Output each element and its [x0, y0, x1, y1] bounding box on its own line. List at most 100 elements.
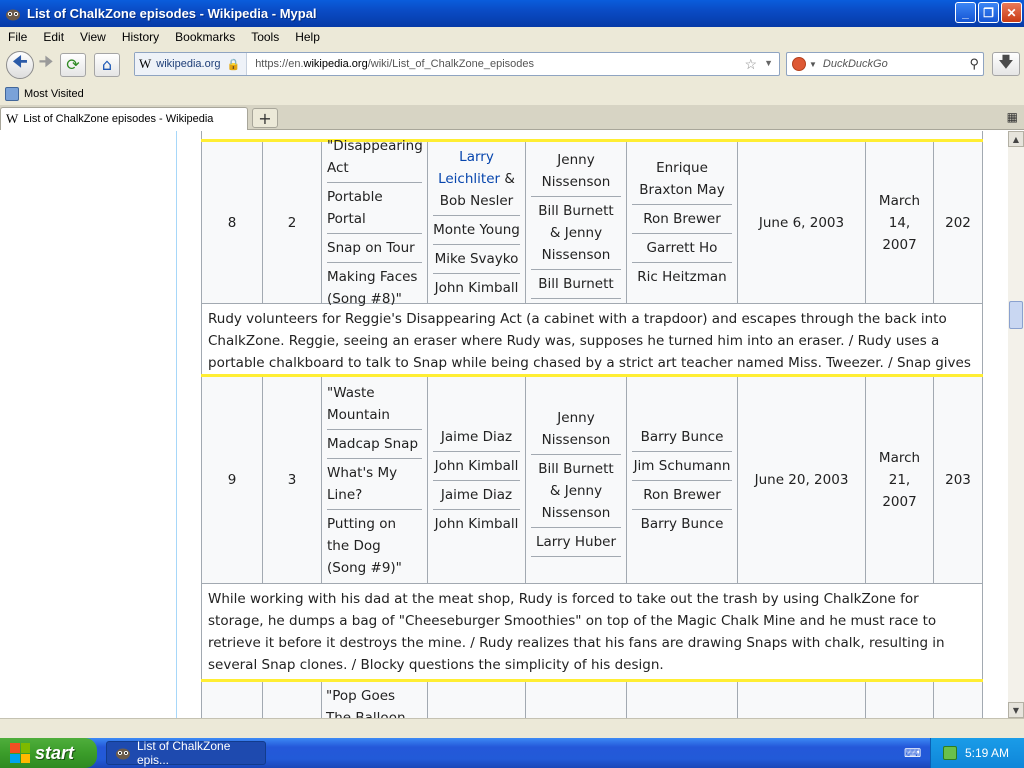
- tab-list-icon[interactable]: ▦: [1007, 110, 1018, 124]
- storyboard-entry: Ric Heitzman: [637, 269, 727, 285]
- vertical-scrollbar[interactable]: ▲ ▼: [1008, 131, 1024, 718]
- director-name: Mike Svayko: [434, 251, 519, 267]
- director-entry: Larry Leichliter & Bob Nesler: [433, 143, 520, 216]
- director-entry: John Kimball: [433, 274, 520, 302]
- empty-cell: [866, 682, 934, 718]
- empty-cell: [934, 682, 983, 718]
- system-tray: 5:19 AM: [930, 738, 1024, 768]
- episode-directors: Larry Leichliter & Bob Nesler Monte Youn…: [428, 142, 526, 303]
- empty-cell: [428, 682, 526, 718]
- clock: 5:19 AM: [965, 746, 1010, 760]
- reload-icon[interactable]: ⟳: [60, 52, 86, 77]
- search-input[interactable]: DuckDuckGo: [823, 58, 888, 70]
- url-bar[interactable]: W wikipedia.org 🔒 https://en.wikipedia.o…: [134, 52, 780, 76]
- menu-tools[interactable]: Tools: [243, 30, 287, 44]
- search-icon[interactable]: ⚲: [969, 56, 979, 72]
- back-arrow-icon[interactable]: 🠈: [6, 50, 34, 79]
- episode-block: 9 3 "Waste Mountain Madcap Snap What's M…: [201, 374, 983, 679]
- segment-title: "Waste Mountain: [327, 379, 422, 430]
- restore-button[interactable]: ❐: [978, 2, 999, 23]
- director-entry: John Kimball: [433, 452, 520, 481]
- uk-air-date: March 14, 2007: [866, 142, 934, 303]
- network-icon[interactable]: [943, 746, 957, 760]
- url-prefix: https://en.: [255, 58, 304, 70]
- storyboard-entry: Ron Brewer: [632, 481, 732, 510]
- episode-overall-number: 8: [202, 142, 263, 303]
- episode-writers: Jenny Nissenson Bill Burnett & Jenny Nis…: [526, 377, 627, 583]
- menu-bookmarks[interactable]: Bookmarks: [167, 30, 243, 44]
- status-bar: [0, 718, 1024, 738]
- minimize-button[interactable]: _: [955, 2, 976, 23]
- menu-edit[interactable]: Edit: [35, 30, 72, 44]
- duckduckgo-icon[interactable]: [792, 57, 806, 71]
- original-air-date: June 20, 2003: [738, 377, 866, 583]
- taskbar-item-mypal[interactable]: List of ChalkZone epis...: [106, 739, 266, 767]
- tab-bar: W List of ChalkZone episodes - Wikipedia…: [0, 105, 1024, 130]
- tab-chalkzone[interactable]: W List of ChalkZone episodes - Wikipedia: [0, 107, 248, 130]
- table-row: 9 3 "Waste Mountain Madcap Snap What's M…: [201, 377, 983, 583]
- tab-title: List of ChalkZone episodes - Wikipedia: [23, 113, 214, 125]
- director-entry: Jaime Diaz: [433, 423, 520, 452]
- url-text[interactable]: https://en.wikipedia.org/wiki/List_of_Ch…: [255, 58, 534, 70]
- director-link[interactable]: Larry Leichliter: [438, 149, 500, 187]
- site-identity-label: wikipedia.org: [156, 58, 221, 70]
- episode-writers: Jenny Nissenson Bill Burnett & Jenny Nis…: [526, 142, 627, 303]
- bookmarks-toolbar: Most Visited: [0, 83, 1024, 105]
- storyboard-entry: Barry Bunce: [632, 423, 732, 452]
- empty-cell: [627, 682, 738, 718]
- new-tab-button[interactable]: +: [252, 108, 278, 128]
- director-name: Jaime Diaz: [440, 486, 513, 503]
- site-identity-button[interactable]: W wikipedia.org 🔒: [135, 53, 248, 75]
- director-entry: Monte Young: [433, 216, 520, 245]
- writer-entry: Bill Burnett: [531, 270, 621, 299]
- director-name: John Kimball: [434, 457, 519, 474]
- page-content: 8 2 "Disappearing Act Portable Portal Sn…: [0, 131, 1008, 718]
- scroll-down-arrow-icon[interactable]: ▼: [1008, 702, 1024, 718]
- director-entry: Mike Svayko: [433, 245, 520, 274]
- menu-file[interactable]: File: [0, 30, 35, 44]
- wikipedia-favicon-icon: W: [139, 56, 152, 71]
- writer-entry: Jenny Nissenson: [531, 404, 621, 455]
- search-engine-dropdown-icon[interactable]: ▼: [809, 60, 817, 69]
- production-code: 203: [934, 377, 983, 583]
- bookmark-most-visited[interactable]: Most Visited: [24, 88, 84, 100]
- episode-block: "Pop Goes The Balloon: [201, 679, 983, 718]
- window-titlebar: List of ChalkZone episodes - Wikipedia -…: [0, 0, 1024, 27]
- url-dropdown-icon[interactable]: ▼: [764, 58, 773, 68]
- episode-overall-number: 9: [202, 377, 263, 583]
- previous-row-fragment: [201, 131, 983, 139]
- start-button[interactable]: start: [0, 738, 97, 768]
- storyboard-entry: Jim Schumann: [632, 452, 732, 481]
- bookmark-star-icon[interactable]: ☆: [744, 56, 757, 73]
- director-entry: John Kimball: [433, 510, 520, 538]
- wikipedia-favicon-icon: W: [6, 111, 19, 126]
- segment-title: What's My Line?: [327, 459, 422, 510]
- segment-title: Portable Portal: [327, 183, 422, 234]
- window-title: List of ChalkZone episodes - Wikipedia -…: [27, 6, 317, 21]
- close-button[interactable]: ✕: [1001, 2, 1022, 23]
- episode-table: 8 2 "Disappearing Act Portable Portal Sn…: [201, 131, 983, 718]
- scroll-up-arrow-icon[interactable]: ▲: [1008, 131, 1024, 147]
- most-visited-icon: [5, 87, 19, 101]
- production-code: 202: [934, 142, 983, 303]
- forward-arrow-icon[interactable]: 🠊: [36, 52, 56, 77]
- search-box[interactable]: ▼ DuckDuckGo ⚲: [786, 52, 984, 76]
- download-icon[interactable]: 🡇: [992, 52, 1020, 76]
- start-label: start: [35, 742, 75, 763]
- segment-title: Putting on the Dog (Song #9)": [327, 515, 402, 576]
- episode-block: 8 2 "Disappearing Act Portable Portal Sn…: [201, 138, 983, 393]
- keyboard-icon[interactable]: ⌨: [904, 746, 921, 760]
- scroll-thumb[interactable]: [1009, 301, 1023, 329]
- menu-bar: File Edit View History Bookmarks Tools H…: [0, 27, 1024, 46]
- empty-cell: [263, 682, 322, 718]
- original-air-date: June 6, 2003: [738, 142, 866, 303]
- menu-view[interactable]: View: [72, 30, 114, 44]
- menu-history[interactable]: History: [114, 30, 167, 44]
- writer-entry: Jenny Nissenson: [531, 146, 621, 197]
- home-icon[interactable]: ⌂: [94, 52, 120, 77]
- writer-entry: Bill Burnett & Jenny Nissenson: [531, 197, 621, 270]
- segment-title: "Disappearing Act: [327, 132, 423, 183]
- url-path: /wiki/List_of_ChalkZone_episodes: [367, 58, 535, 70]
- writer-entry: Bill Burnett & Jenny Nissenson: [531, 455, 621, 528]
- menu-help[interactable]: Help: [287, 30, 328, 44]
